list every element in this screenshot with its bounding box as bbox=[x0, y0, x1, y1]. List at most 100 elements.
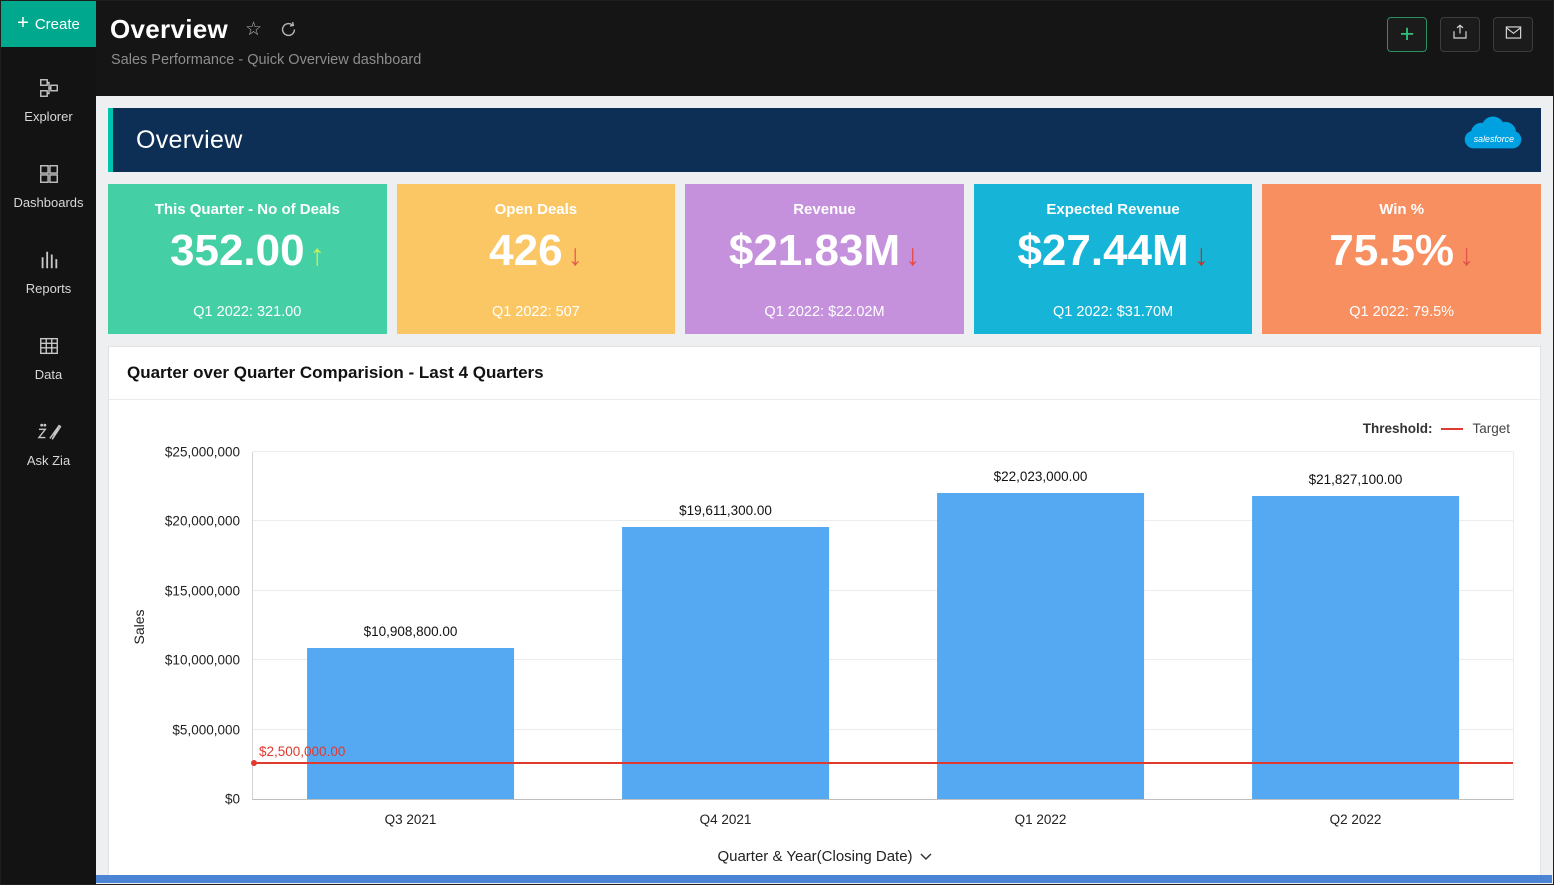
mail-button[interactable] bbox=[1493, 17, 1533, 52]
sidebar-item-label: Ask Zia bbox=[27, 453, 70, 468]
bar-value-label: $22,023,000.00 bbox=[994, 469, 1088, 484]
x-tick-label: Q3 2021 bbox=[253, 812, 568, 827]
sidebar-item-label: Reports bbox=[26, 281, 72, 296]
kpi-value: 426 bbox=[489, 226, 562, 275]
kpi-value: $27.44M bbox=[1017, 226, 1188, 275]
trend-down-icon: ↓ bbox=[1194, 239, 1209, 272]
reports-icon bbox=[38, 248, 60, 272]
svg-text:salesforce: salesforce bbox=[1474, 134, 1514, 144]
create-button-label: Create bbox=[35, 16, 80, 33]
chart-legend: Threshold: Target bbox=[1363, 421, 1510, 436]
kpi-compare: Q1 2022: 507 bbox=[397, 304, 676, 320]
kpi-title: This Quarter - No of Deals bbox=[108, 201, 387, 218]
sidebar-item-label: Dashboards bbox=[13, 195, 83, 210]
chart-title: Quarter over Quarter Comparision - Last … bbox=[127, 363, 544, 383]
dashboard-main: Overview salesforce This Qu bbox=[96, 96, 1553, 884]
bar-q3-2021[interactable] bbox=[307, 648, 515, 799]
x-tick-label: Q1 2022 bbox=[883, 812, 1198, 827]
bar-column: $21,827,100.00Q2 2022 bbox=[1198, 452, 1513, 799]
kpi-card-open-deals[interactable]: Open Deals 426↓ Q1 2022: 507 bbox=[397, 184, 676, 334]
sidebar-nav: Explorer Dashboards Reports Data bbox=[1, 57, 96, 487]
sidebar-item-label: Explorer bbox=[24, 109, 72, 124]
explorer-icon bbox=[38, 76, 60, 100]
kpi-title: Open Deals bbox=[397, 201, 676, 218]
kpi-compare: Q1 2022: $31.70M bbox=[974, 304, 1253, 320]
bar-value-label: $10,908,800.00 bbox=[364, 624, 458, 639]
dashboard-banner: Overview salesforce bbox=[108, 108, 1541, 172]
kpi-compare: Q1 2022: $22.02M bbox=[685, 304, 964, 320]
trend-up-icon: ↑ bbox=[310, 239, 325, 272]
legend-label: Threshold: bbox=[1363, 421, 1433, 436]
mail-icon bbox=[1504, 23, 1523, 47]
sidebar-item-explorer[interactable]: Explorer bbox=[1, 57, 96, 143]
kpi-compare: Q1 2022: 79.5% bbox=[1262, 304, 1541, 320]
threshold-target-line[interactable] bbox=[253, 762, 1513, 764]
y-axis-title: Sales bbox=[131, 609, 147, 644]
plus-icon: + bbox=[1400, 22, 1415, 47]
sidebar-item-dashboards[interactable]: Dashboards bbox=[1, 143, 96, 229]
y-tick-label: $25,000,000 bbox=[165, 445, 240, 460]
y-tick-label: $0 bbox=[225, 792, 240, 807]
x-tick-label: Q2 2022 bbox=[1198, 812, 1513, 827]
kpi-card-deals[interactable]: This Quarter - No of Deals 352.00↑ Q1 20… bbox=[108, 184, 387, 334]
y-tick-label: $10,000,000 bbox=[165, 653, 240, 668]
create-button[interactable]: + Create bbox=[1, 1, 96, 47]
bar-q2-2022[interactable] bbox=[1252, 496, 1460, 799]
horizontal-scrollbar[interactable] bbox=[96, 875, 1552, 883]
favorite-star-icon[interactable]: ☆ bbox=[245, 20, 262, 39]
trend-down-icon: ↓ bbox=[905, 239, 920, 272]
x-axis-title[interactable]: Quarter & Year(Closing Date) bbox=[717, 848, 931, 865]
chart-header: Quarter over Quarter Comparision - Last … bbox=[109, 347, 1540, 400]
y-tick-label: $5,000,000 bbox=[172, 722, 240, 737]
kpi-row: This Quarter - No of Deals 352.00↑ Q1 20… bbox=[108, 184, 1541, 334]
kpi-value: 352.00 bbox=[170, 226, 305, 275]
kpi-value: $21.83M bbox=[729, 226, 900, 275]
zia-icon bbox=[36, 420, 62, 444]
x-tick-label: Q4 2021 bbox=[568, 812, 883, 827]
refresh-icon[interactable] bbox=[279, 20, 298, 39]
kpi-value: 75.5% bbox=[1329, 226, 1454, 275]
salesforce-logo: salesforce bbox=[1461, 113, 1525, 164]
page-subtitle: Sales Performance - Quick Overview dashb… bbox=[96, 45, 1553, 68]
page-title: Overview bbox=[110, 14, 228, 45]
kpi-compare: Q1 2022: 321.00 bbox=[108, 304, 387, 320]
y-tick-label: $20,000,000 bbox=[165, 514, 240, 529]
sidebar-item-label: Data bbox=[35, 367, 62, 382]
trend-down-icon: ↓ bbox=[1459, 239, 1474, 272]
plot-wrap: $0$5,000,000$10,000,000$15,000,000$20,00… bbox=[252, 452, 1514, 800]
data-icon bbox=[38, 334, 60, 358]
export-button[interactable] bbox=[1440, 17, 1480, 52]
legend-item-target[interactable]: Target bbox=[1472, 421, 1510, 436]
plot-area: $0$5,000,000$10,000,000$15,000,000$20,00… bbox=[252, 452, 1514, 800]
sidebar-item-ask-zia[interactable]: Ask Zia bbox=[1, 401, 96, 487]
export-icon bbox=[1451, 23, 1469, 46]
bar-column: $19,611,300.00Q4 2021 bbox=[568, 452, 883, 799]
kpi-card-revenue[interactable]: Revenue $21.83M↓ Q1 2022: $22.02M bbox=[685, 184, 964, 334]
dashboards-icon bbox=[38, 162, 60, 186]
y-tick-label: $15,000,000 bbox=[165, 583, 240, 598]
bar-q1-2022[interactable] bbox=[937, 493, 1145, 799]
kpi-card-win-percent[interactable]: Win % 75.5%↓ Q1 2022: 79.5% bbox=[1262, 184, 1541, 334]
threshold-line-swatch bbox=[1441, 428, 1463, 430]
banner-title: Overview bbox=[136, 126, 243, 155]
header: Overview ☆ Sales Performance - Quick Ove… bbox=[96, 1, 1553, 96]
sidebar-item-reports[interactable]: Reports bbox=[1, 229, 96, 315]
kpi-title: Expected Revenue bbox=[974, 201, 1253, 218]
bar-value-label: $19,611,300.00 bbox=[679, 503, 772, 518]
sidebar: + Create Explorer Dashboards Reports bbox=[1, 1, 96, 884]
trend-down-icon: ↓ bbox=[568, 239, 583, 272]
header-actions: + bbox=[1387, 17, 1533, 52]
kpi-title: Revenue bbox=[685, 201, 964, 218]
kpi-title: Win % bbox=[1262, 201, 1541, 218]
app-window: + Create Explorer Dashboards Reports bbox=[0, 0, 1554, 885]
bar-value-label: $21,827,100.00 bbox=[1309, 472, 1403, 487]
plus-icon: + bbox=[17, 12, 29, 35]
threshold-value-label: $2,500,000.00 bbox=[259, 744, 345, 759]
bar-column: $22,023,000.00Q1 2022 bbox=[883, 452, 1198, 799]
x-axis-title-label: Quarter & Year(Closing Date) bbox=[717, 848, 912, 865]
add-button[interactable]: + bbox=[1387, 17, 1427, 52]
bar-q4-2021[interactable] bbox=[622, 527, 830, 799]
chart-card: Quarter over Quarter Comparision - Last … bbox=[108, 346, 1541, 877]
sidebar-item-data[interactable]: Data bbox=[1, 315, 96, 401]
kpi-card-expected-revenue[interactable]: Expected Revenue $27.44M↓ Q1 2022: $31.7… bbox=[974, 184, 1253, 334]
